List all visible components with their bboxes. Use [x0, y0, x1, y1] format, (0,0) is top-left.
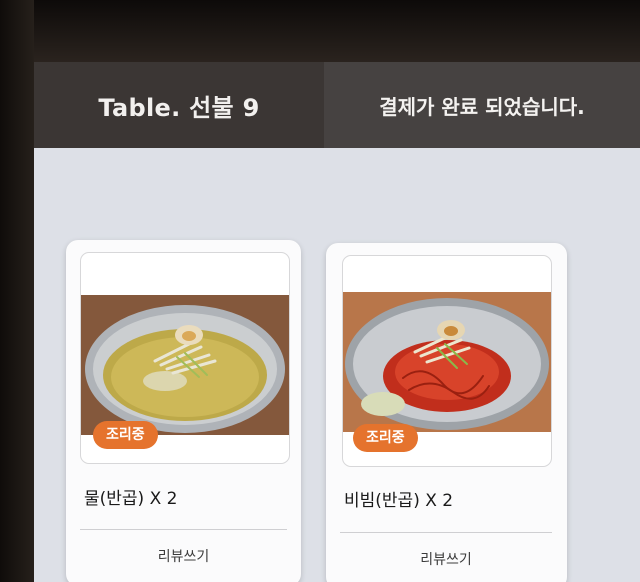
order-item-name: 비빔(반곱) X 2	[344, 491, 454, 511]
table-header: Table. 선불 9	[34, 62, 324, 148]
order-card: 조리중 물(반곱) X 2 리뷰쓰기	[66, 240, 301, 582]
order-card: 조리중 비빔(반곱) X 2 리뷰쓰기	[326, 243, 567, 582]
table-title: Table. 선불 9	[98, 93, 260, 122]
payment-status-header: 결제가 완료 되었습니다.	[324, 62, 640, 148]
card-divider	[80, 529, 287, 530]
kiosk-screen: Table. 선불 9 결제가 완료 되었습니다. 조리중 물(반곱) X 2 …	[34, 62, 640, 582]
mul-naengmyeon-image	[81, 295, 289, 435]
write-review-button[interactable]: 리뷰쓰기	[340, 549, 552, 569]
cooking-status-badge: 조리중	[353, 424, 418, 452]
food-image-frame: 조리중	[80, 252, 290, 464]
card-divider	[340, 532, 552, 533]
cooking-status-badge: 조리중	[93, 421, 158, 449]
payment-complete-message: 결제가 완료 되었습니다.	[379, 94, 585, 119]
order-item-name: 물(반곱) X 2	[84, 489, 178, 509]
food-image-frame: 조리중	[342, 255, 552, 467]
device-bezel-top	[0, 0, 640, 62]
bibim-naengmyeon-image	[343, 292, 551, 432]
device-bezel-left	[0, 0, 34, 582]
order-list: 조리중 물(반곱) X 2 리뷰쓰기 조리중 비빔(반곱) X 2 리뷰쓰기	[34, 148, 640, 582]
write-review-button[interactable]: 리뷰쓰기	[80, 546, 287, 566]
